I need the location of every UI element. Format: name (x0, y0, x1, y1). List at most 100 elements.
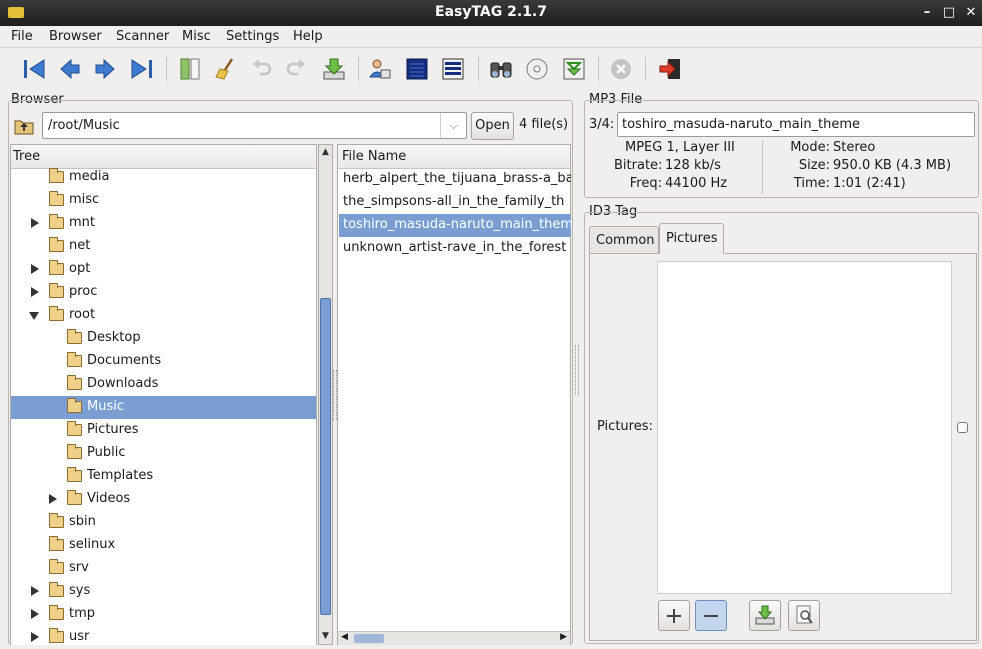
menu-scanner[interactable]: Scanner (116, 29, 169, 44)
tree-item-usr[interactable]: usr (11, 626, 316, 649)
last-file-icon[interactable] (130, 57, 154, 81)
menu-settings[interactable]: Settings (226, 29, 279, 44)
tree-item-net[interactable]: net (11, 235, 316, 258)
menu-help[interactable]: Help (293, 29, 323, 44)
remove-picture-button[interactable] (695, 600, 727, 631)
picture-properties-button[interactable] (788, 600, 820, 631)
expander-closed-icon[interactable] (31, 287, 39, 297)
menu-file[interactable]: File (11, 29, 33, 44)
pane-grip[interactable] (333, 370, 337, 420)
file-name: the_simpsons-all_in_the_family_th (343, 194, 565, 209)
filename-input[interactable]: toshiro_masuda-naruto_main_theme (617, 112, 975, 137)
close-icon[interactable]: ✕ (961, 3, 981, 23)
file-count: 4 file(s) (519, 117, 569, 132)
tree-item-selinux[interactable]: selinux (11, 534, 316, 557)
expander-closed-icon[interactable] (31, 264, 39, 274)
add-picture-button[interactable] (658, 600, 690, 631)
tab-common[interactable]: Common (589, 226, 659, 253)
tree-item-tmp[interactable]: tmp (11, 603, 316, 626)
scroll-up-icon[interactable]: ▲ (322, 147, 329, 157)
directory-tree[interactable]: Tree media misc mnt net opt proc root Desktop Do… (10, 144, 317, 645)
tree-item-music[interactable]: Music (11, 396, 316, 419)
tab-pictures[interactable]: Pictures (659, 223, 724, 254)
tree-scroll-thumb[interactable] (320, 298, 331, 615)
select-all-icon[interactable] (178, 57, 202, 81)
folder-icon (49, 513, 64, 528)
tree-item-templates[interactable]: Templates (11, 465, 316, 488)
tree-item-pictures[interactable]: Pictures (11, 419, 316, 442)
folder-icon (49, 559, 64, 574)
previous-file-icon[interactable] (58, 57, 82, 81)
view-list-icon[interactable] (441, 57, 465, 81)
tree-item-sbin[interactable]: sbin (11, 511, 316, 534)
file-column-header[interactable]: File Name (338, 145, 570, 169)
tree-item-root[interactable]: root (11, 304, 316, 327)
tree-item-documents[interactable]: Documents (11, 350, 316, 373)
tree-item-opt[interactable]: opt (11, 258, 316, 281)
file-row[interactable]: herb_alpert_the_tijuana_brass-a_ba (339, 168, 571, 191)
expander-closed-icon[interactable] (31, 632, 39, 642)
minimize-icon[interactable]: – (917, 3, 937, 23)
tree-item-downloads[interactable]: Downloads (11, 373, 316, 396)
chevron-down-icon[interactable]: ⌵ (440, 113, 466, 138)
path-value[interactable]: /root/Music (48, 118, 120, 133)
tree-item-label: Documents (87, 353, 162, 368)
file-row[interactable]: toshiro_masuda-naruto_main_them (339, 214, 571, 237)
open-button[interactable]: Open (471, 112, 514, 140)
pictures-list[interactable] (657, 261, 952, 594)
tree-item-desktop[interactable]: Desktop (11, 327, 316, 350)
expander-closed-icon[interactable] (31, 586, 39, 596)
tree-item-proc[interactable]: proc (11, 281, 316, 304)
tree-item-public[interactable]: Public (11, 442, 316, 465)
tree-scrollbar[interactable]: ▲ ▼ (318, 144, 333, 645)
menu-browser[interactable]: Browser (49, 29, 102, 44)
stop-icon (611, 59, 631, 79)
folder-icon (49, 628, 64, 643)
file-hscrollbar[interactable]: ◀ ▶ (338, 631, 570, 645)
file-hscroll-thumb[interactable] (354, 634, 384, 643)
tree-item-sys[interactable]: sys (11, 580, 316, 603)
bitrate-label: Bitrate: (614, 158, 663, 173)
scroll-right-icon[interactable]: ▶ (560, 632, 567, 642)
first-file-icon[interactable] (22, 57, 46, 81)
folder-icon (67, 490, 82, 505)
next-file-icon[interactable] (93, 57, 117, 81)
toolbar (0, 48, 982, 90)
folder-icon (67, 352, 82, 367)
file-row[interactable]: the_simpsons-all_in_the_family_th (339, 191, 571, 214)
save-picture-button[interactable] (749, 600, 781, 631)
tree-item-media[interactable]: media (11, 166, 316, 189)
tree-item-videos[interactable]: Videos (11, 488, 316, 511)
folder-icon (67, 329, 82, 344)
scroll-down-icon[interactable]: ▼ (322, 631, 329, 641)
edit-users-icon[interactable] (368, 57, 392, 81)
expander-closed-icon[interactable] (31, 218, 39, 228)
search-icon[interactable] (489, 57, 513, 81)
magnifier-icon (796, 605, 813, 624)
expander-open-icon[interactable] (29, 312, 39, 320)
folder-icon (67, 375, 82, 390)
tree-item-srv[interactable]: srv (11, 557, 316, 580)
load-icon[interactable] (562, 57, 586, 81)
menu-misc[interactable]: Misc (182, 29, 211, 44)
expander-closed-icon[interactable] (31, 609, 39, 619)
maximize-icon[interactable]: □ (939, 3, 959, 23)
pictures-checkbox[interactable] (957, 422, 968, 433)
title-bar: EasyTAG 2.1.7 – □ ✕ (0, 0, 982, 26)
tree-item-label: mnt (69, 215, 95, 230)
save-icon[interactable] (322, 57, 346, 81)
quit-icon[interactable] (658, 57, 682, 81)
main-pane-grip[interactable] (575, 345, 579, 395)
scroll-left-icon[interactable]: ◀ (341, 632, 348, 642)
clear-icon[interactable] (214, 57, 238, 81)
parent-folder-icon[interactable] (14, 117, 34, 135)
cd-icon[interactable] (525, 57, 549, 81)
expander-closed-icon[interactable] (49, 494, 57, 504)
path-combobox[interactable]: /root/Music ⌵ (42, 112, 467, 139)
tree-item-mnt[interactable]: mnt (11, 212, 316, 235)
time-value: 1:01 (2:41) (833, 176, 906, 191)
view-tree-icon[interactable] (405, 57, 429, 81)
file-row[interactable]: unknown_artist-rave_in_the_forest (339, 237, 571, 260)
folder-icon (49, 536, 64, 551)
tree-item-misc[interactable]: misc (11, 189, 316, 212)
